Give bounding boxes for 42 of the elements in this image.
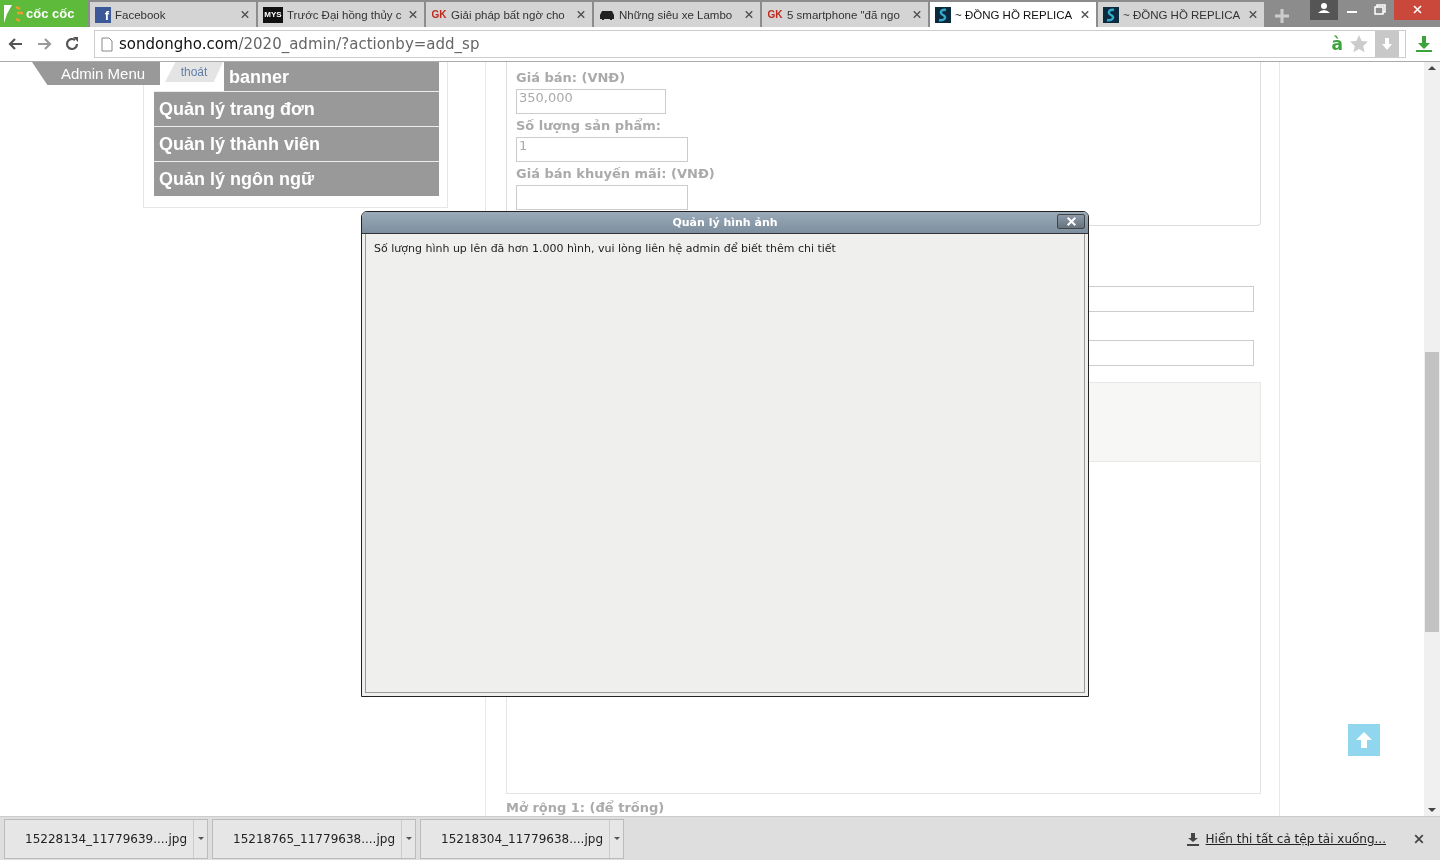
arrow-up-icon	[1354, 730, 1374, 750]
favicon: GK	[767, 8, 783, 22]
browser-tab[interactable]: ~ ĐỒNG HỒ REPLICA	[930, 2, 1096, 27]
download-icon	[1185, 831, 1200, 846]
input-field[interactable]	[516, 185, 688, 210]
scrollbar[interactable]	[1424, 62, 1440, 816]
facebook-icon: f	[95, 6, 111, 23]
scroll-down-icon[interactable]	[1427, 806, 1437, 814]
favicon: GK	[431, 8, 447, 22]
dialog-title: Quản lý hình ảnh	[672, 216, 778, 229]
browser-tab[interactable]: GK Giải pháp bất ngờ cho	[426, 2, 592, 27]
dialog-message: Số lượng hình up lên đã hơn 1.000 hình, vui lòng liên hệ admin để biết thêm chi tiết	[374, 242, 836, 255]
close-icon	[1065, 216, 1077, 227]
scroll-up-icon[interactable]	[1427, 64, 1437, 72]
close-icon[interactable]	[239, 8, 251, 21]
close-icon[interactable]	[1247, 8, 1259, 21]
star-icon[interactable]	[1349, 34, 1369, 54]
field-label: Mở rộng 1: (để trống)	[506, 800, 666, 815]
url-path: /2020_admin/?actionby=add_sp	[238, 35, 480, 53]
user-icon[interactable]	[1310, 0, 1338, 20]
site-logo-icon	[935, 6, 951, 23]
close-icon[interactable]	[1079, 8, 1091, 21]
favicon: MYS	[263, 6, 283, 23]
page-icon	[101, 36, 113, 52]
browser-tab[interactable]: GK 5 smartphone "đã ngo	[762, 2, 928, 27]
show-all-downloads-link[interactable]: Hiển thi tất cả tệp tải xuống...	[1205, 831, 1386, 846]
field-label: Giá bán khuyến mãi: (VNĐ)	[516, 166, 716, 181]
download-icon[interactable]	[1414, 34, 1434, 54]
field-label: Giá bán: (VNĐ)	[516, 70, 627, 85]
address-bar[interactable]: sondongho.com/2020_admin/?actionby=add_sp à	[94, 30, 1406, 58]
close-icon[interactable]	[911, 8, 923, 21]
close-button[interactable]	[1057, 214, 1085, 229]
browser-tab[interactable]: Những siêu xe Lambo	[594, 2, 760, 27]
site-logo-icon	[1103, 6, 1119, 23]
url-host: sondongho.com	[119, 35, 239, 53]
field-label: Số lượng sản phẩm:	[516, 118, 662, 133]
close-icon[interactable]	[743, 8, 755, 21]
close-icon[interactable]	[407, 8, 419, 21]
browser-tab[interactable]: f Facebook	[90, 2, 256, 27]
browser-tab[interactable]: ~ ĐỒNG HỒ REPLICA	[1098, 2, 1264, 27]
browser-tab[interactable]: MYS Trước Đại hồng thủy c	[258, 2, 424, 27]
close-icon[interactable]	[575, 8, 587, 21]
